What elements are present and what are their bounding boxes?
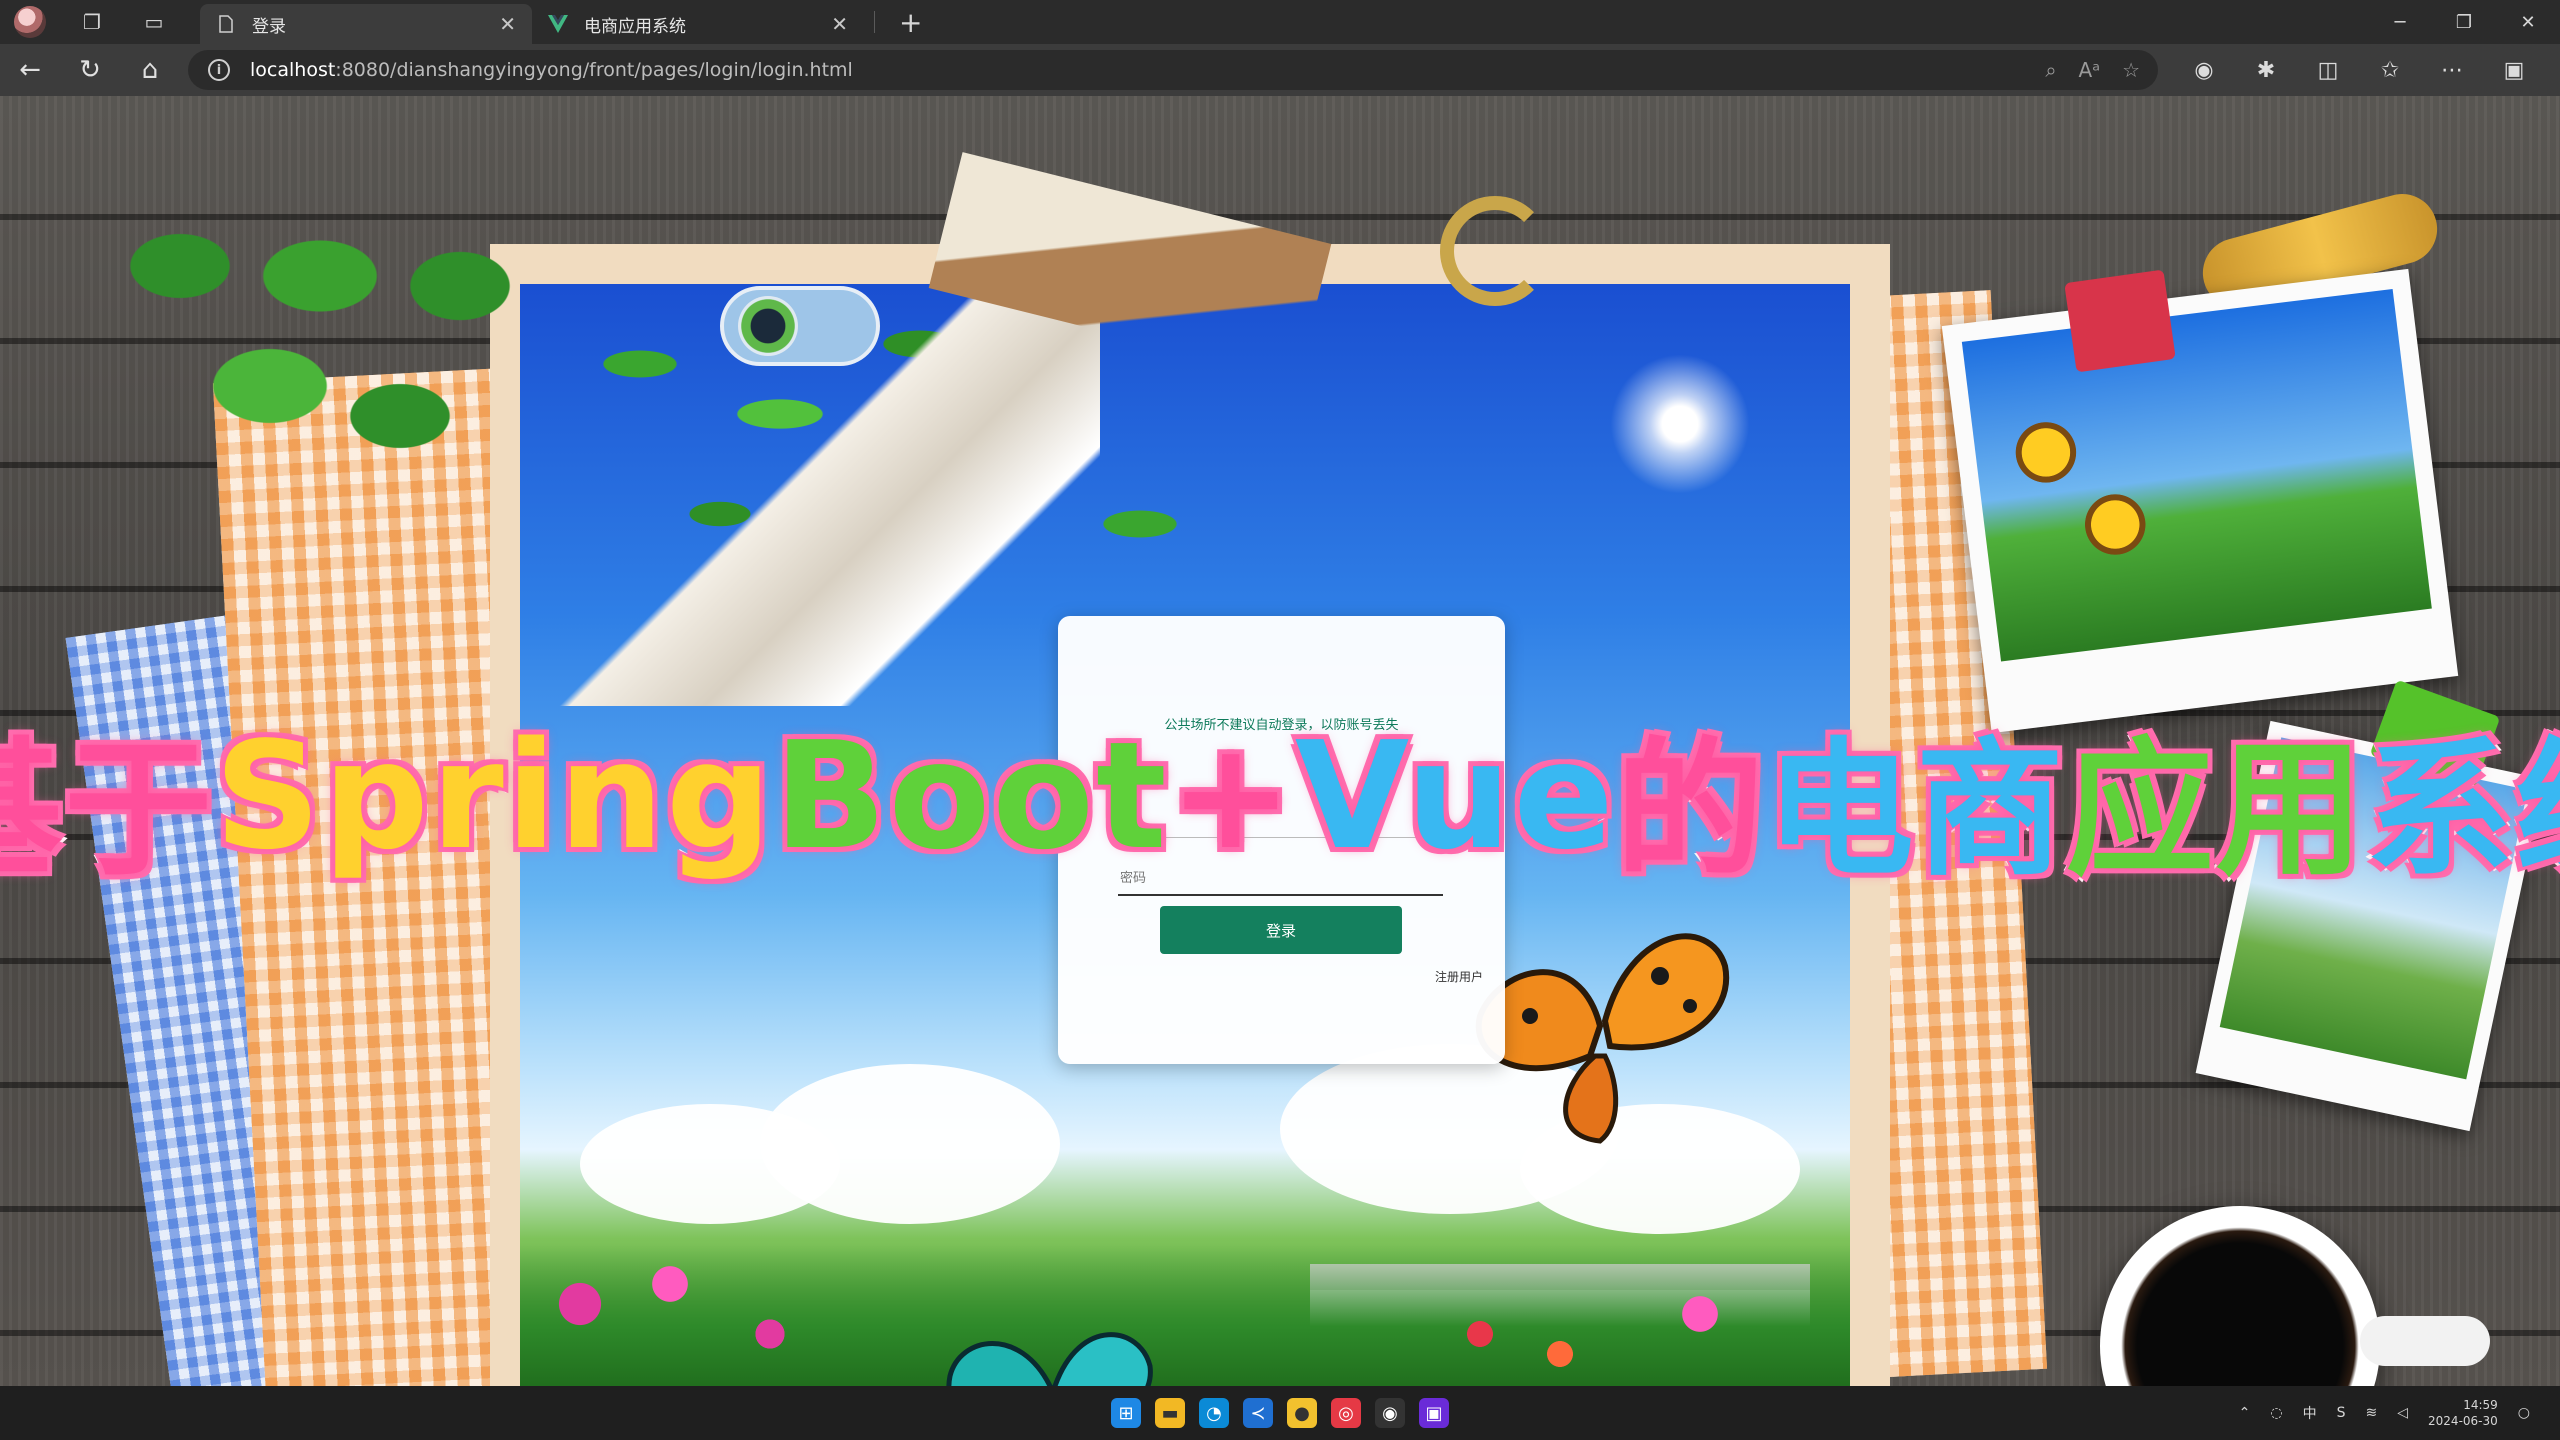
page-icon — [216, 14, 236, 34]
red-binder-clip — [2064, 269, 2176, 373]
tab-separator — [874, 11, 875, 33]
title-overlay-part: 基于 — [0, 721, 215, 899]
favorite-star-icon[interactable]: ☆ — [2122, 58, 2140, 82]
intellij-icon[interactable]: ▣ — [1419, 1398, 1449, 1428]
microphone-icon[interactable]: ◌ — [2270, 1405, 2282, 1421]
split-screen-icon[interactable]: ◫ — [2300, 44, 2356, 96]
browser-addressbar: ← ↻ ⌂ i localhost:8080/dianshangyingyong… — [0, 44, 2560, 96]
clock-date: 2024-06-30 — [2428, 1414, 2498, 1428]
tab-title: 登录 — [252, 16, 286, 37]
title-overlay: 基于SpringBoot+Vue的电商应用系统 — [0, 696, 2560, 899]
register-link[interactable]: 注册用户 — [1435, 968, 1483, 985]
music-app-icon[interactable]: ◎ — [1331, 1398, 1361, 1428]
title-overlay-part: Vue — [1292, 707, 1617, 885]
more-menu-icon[interactable]: ⋯ — [2424, 44, 2480, 96]
workspaces-icon[interactable]: ❐ — [70, 0, 114, 44]
taskbar-apps: ⊞ ▬ ◔ ≺ ● ◎ ◉ ▣ — [1111, 1398, 1449, 1428]
extension-icon[interactable]: ◉ — [2176, 44, 2232, 96]
input-method-icon[interactable]: 中 — [2303, 1403, 2317, 1423]
sidebar-icon[interactable]: ▣ — [2486, 44, 2542, 96]
title-overlay-part: + — [1166, 707, 1296, 885]
title-overlay-part: 应用 — [2063, 721, 2367, 899]
system-tray: ⌃ ◌ 中 S ≋ ◁ 14:59 2024-06-30 ○ — [2239, 1386, 2530, 1440]
file-explorer-icon[interactable]: ▬ — [1155, 1398, 1185, 1428]
sogou-icon[interactable]: S — [2337, 1405, 2346, 1421]
sunflower-photo — [1961, 288, 2432, 662]
notification-icon[interactable]: ○ — [2518, 1405, 2530, 1421]
tab-ecommerce-system[interactable]: 电商应用系统 ✕ — [532, 4, 864, 44]
coffee-cup-handle — [2360, 1316, 2490, 1366]
minimize-icon[interactable]: ─ — [2368, 0, 2432, 44]
read-aloud-icon[interactable]: Aᵃ — [2079, 58, 2101, 82]
browser-tabbar: ❐ ▭ 登录 ✕ 电商应用系统 ✕ + ─ ❐ ✕ — [0, 0, 2560, 44]
window-controls: ─ ❐ ✕ — [2368, 0, 2560, 44]
taskbar-clock[interactable]: 14:59 2024-06-30 — [2428, 1397, 2498, 1429]
vue-logo-icon — [548, 14, 568, 34]
tab-login[interactable]: 登录 ✕ — [200, 4, 532, 44]
back-icon[interactable]: ← — [0, 44, 60, 96]
site-info-icon[interactable]: i — [208, 59, 230, 81]
close-icon[interactable]: ✕ — [499, 12, 516, 36]
zoom-icon[interactable]: ⌕ — [2045, 58, 2056, 82]
blue-butterfly-decoration — [940, 1316, 1160, 1386]
url-path: :8080/dianshangyingyong/front/pages/logi… — [335, 59, 853, 81]
refresh-icon[interactable]: ↻ — [60, 44, 120, 96]
cloud-decoration — [760, 1064, 1060, 1224]
volume-icon[interactable]: ◁ — [2397, 1405, 2408, 1421]
flowers-decoration — [520, 1244, 1850, 1386]
title-overlay-part: Spring — [211, 707, 775, 885]
favorites-icon[interactable]: ✩ — [2362, 44, 2418, 96]
french-horn-decoration — [1440, 196, 1550, 306]
home-icon[interactable]: ⌂ — [120, 44, 180, 96]
title-overlay-part: 电商 — [1763, 721, 2067, 899]
page-viewport: 公共场所不建议自动登录，以防账号丢失 登录 注册用户 基于SpringBoot+… — [0, 96, 2560, 1386]
login-button[interactable]: 登录 — [1160, 906, 1402, 954]
clock-time: 14:59 — [2463, 1398, 2498, 1412]
title-overlay-part: 的 — [1613, 721, 1767, 899]
show-hidden-icons[interactable]: ⌃ — [2239, 1405, 2251, 1421]
start-icon[interactable]: ⊞ — [1111, 1398, 1141, 1428]
url-field[interactable]: i localhost:8080/dianshangyingyong/front… — [188, 50, 2158, 90]
new-tab-icon[interactable]: + — [899, 6, 922, 39]
github-icon[interactable]: ◉ — [1375, 1398, 1405, 1428]
tab-actions-icon[interactable]: ▭ — [132, 0, 176, 44]
tape-reel — [738, 296, 798, 356]
edge-browser-icon[interactable]: ◔ — [1199, 1398, 1229, 1428]
sun-decoration — [1610, 354, 1750, 494]
title-overlay-part: Boot — [771, 707, 1170, 885]
chat-app-icon[interactable]: ● — [1287, 1398, 1317, 1428]
vscode-icon[interactable]: ≺ — [1243, 1398, 1273, 1428]
close-window-icon[interactable]: ✕ — [2496, 0, 2560, 44]
close-icon[interactable]: ✕ — [831, 12, 848, 36]
tab-title: 电商应用系统 — [584, 16, 686, 37]
wifi-icon[interactable]: ≋ — [2366, 1405, 2378, 1421]
title-overlay-part: 系统 — [2363, 721, 2560, 899]
coffee-cup-decoration — [2100, 1206, 2380, 1386]
plant-decoration — [100, 196, 520, 496]
extensions-puzzle-icon[interactable]: ✱ — [2238, 44, 2294, 96]
tape-measure-decoration — [720, 286, 880, 366]
sunflower-polaroid — [1941, 268, 2459, 734]
url-host: localhost — [250, 59, 336, 81]
profile-avatar[interactable] — [14, 6, 46, 38]
windows-taskbar: ⊞ ▬ ◔ ≺ ● ◎ ◉ ▣ ⌃ ◌ 中 S ≋ ◁ 14:59 2024-0… — [0, 1386, 2560, 1440]
restore-icon[interactable]: ❐ — [2432, 0, 2496, 44]
